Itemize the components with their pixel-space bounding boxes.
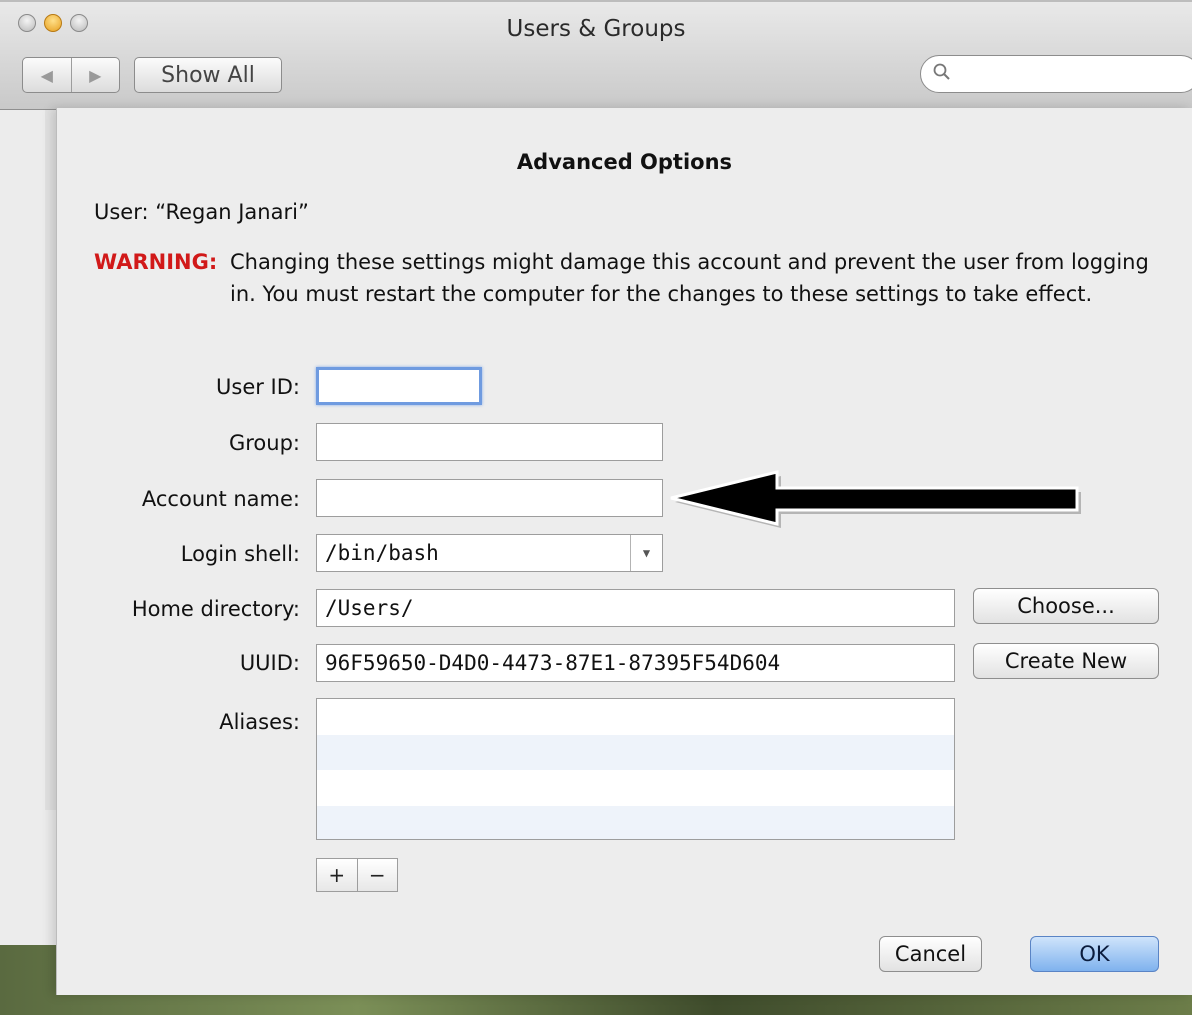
remove-alias-button[interactable]: − [356, 859, 398, 891]
add-alias-button[interactable]: + [317, 859, 357, 891]
show-all-button[interactable]: Show All [134, 57, 282, 93]
ok-button[interactable]: OK [1030, 936, 1159, 972]
warning-text: Changing these settings might damage thi… [230, 250, 1149, 306]
annotation-arrow-icon [670, 470, 1081, 528]
user-name-label: User: “Regan Janari” [94, 200, 309, 224]
sheet-title: Advanced Options [516, 150, 733, 174]
aliases-label: Aliases: [219, 710, 300, 734]
back-forward-control: ◀ ▶ [22, 57, 120, 93]
create-new-uuid-button[interactable]: Create New [973, 643, 1159, 679]
title-bar: Users & Groups ◀ ▶ Show All [0, 2, 1192, 110]
login-shell-combobox[interactable]: /bin/bash ▼ [316, 534, 663, 572]
choose-button[interactable]: Choose... [973, 588, 1159, 624]
advanced-options-sheet: Advanced Options User: “Regan Janari” WA… [56, 108, 1192, 995]
account-name-field[interactable] [316, 479, 663, 517]
alias-row[interactable] [317, 699, 954, 735]
uuid-field[interactable]: 96F59650-D4D0-4473-87E1-87395F54D604 [316, 644, 955, 682]
forward-button[interactable]: ▶ [70, 58, 120, 92]
alias-row[interactable] [317, 770, 954, 806]
user-id-label: User ID: [216, 375, 300, 399]
login-shell-dropdown-arrow[interactable]: ▼ [630, 535, 662, 571]
account-name-label: Account name: [141, 487, 300, 511]
alias-row[interactable] [317, 805, 954, 839]
user-id-field[interactable] [316, 367, 482, 405]
group-label: Group: [228, 431, 300, 455]
aliases-list[interactable] [316, 698, 955, 840]
alias-add-remove-control: + − [316, 858, 398, 892]
home-directory-field[interactable]: /Users/ [316, 589, 955, 627]
window-title: Users & Groups [506, 16, 686, 42]
login-shell-label: Login shell: [180, 542, 300, 566]
cancel-button[interactable]: Cancel [879, 936, 982, 972]
search-field[interactable] [920, 55, 1192, 93]
forward-arrow-icon: ▶ [89, 65, 102, 85]
back-arrow-icon: ◀ [40, 65, 53, 85]
uuid-label: UUID: [239, 651, 300, 675]
login-shell-value: /bin/bash [325, 541, 439, 565]
alias-row[interactable] [317, 734, 954, 770]
warning-label: WARNING: [94, 250, 218, 274]
back-button[interactable]: ◀ [23, 58, 71, 92]
home-directory-label: Home directory: [131, 597, 300, 621]
group-field[interactable] [316, 423, 663, 461]
chevron-down-icon: ▼ [642, 546, 651, 560]
search-icon [933, 63, 950, 80]
